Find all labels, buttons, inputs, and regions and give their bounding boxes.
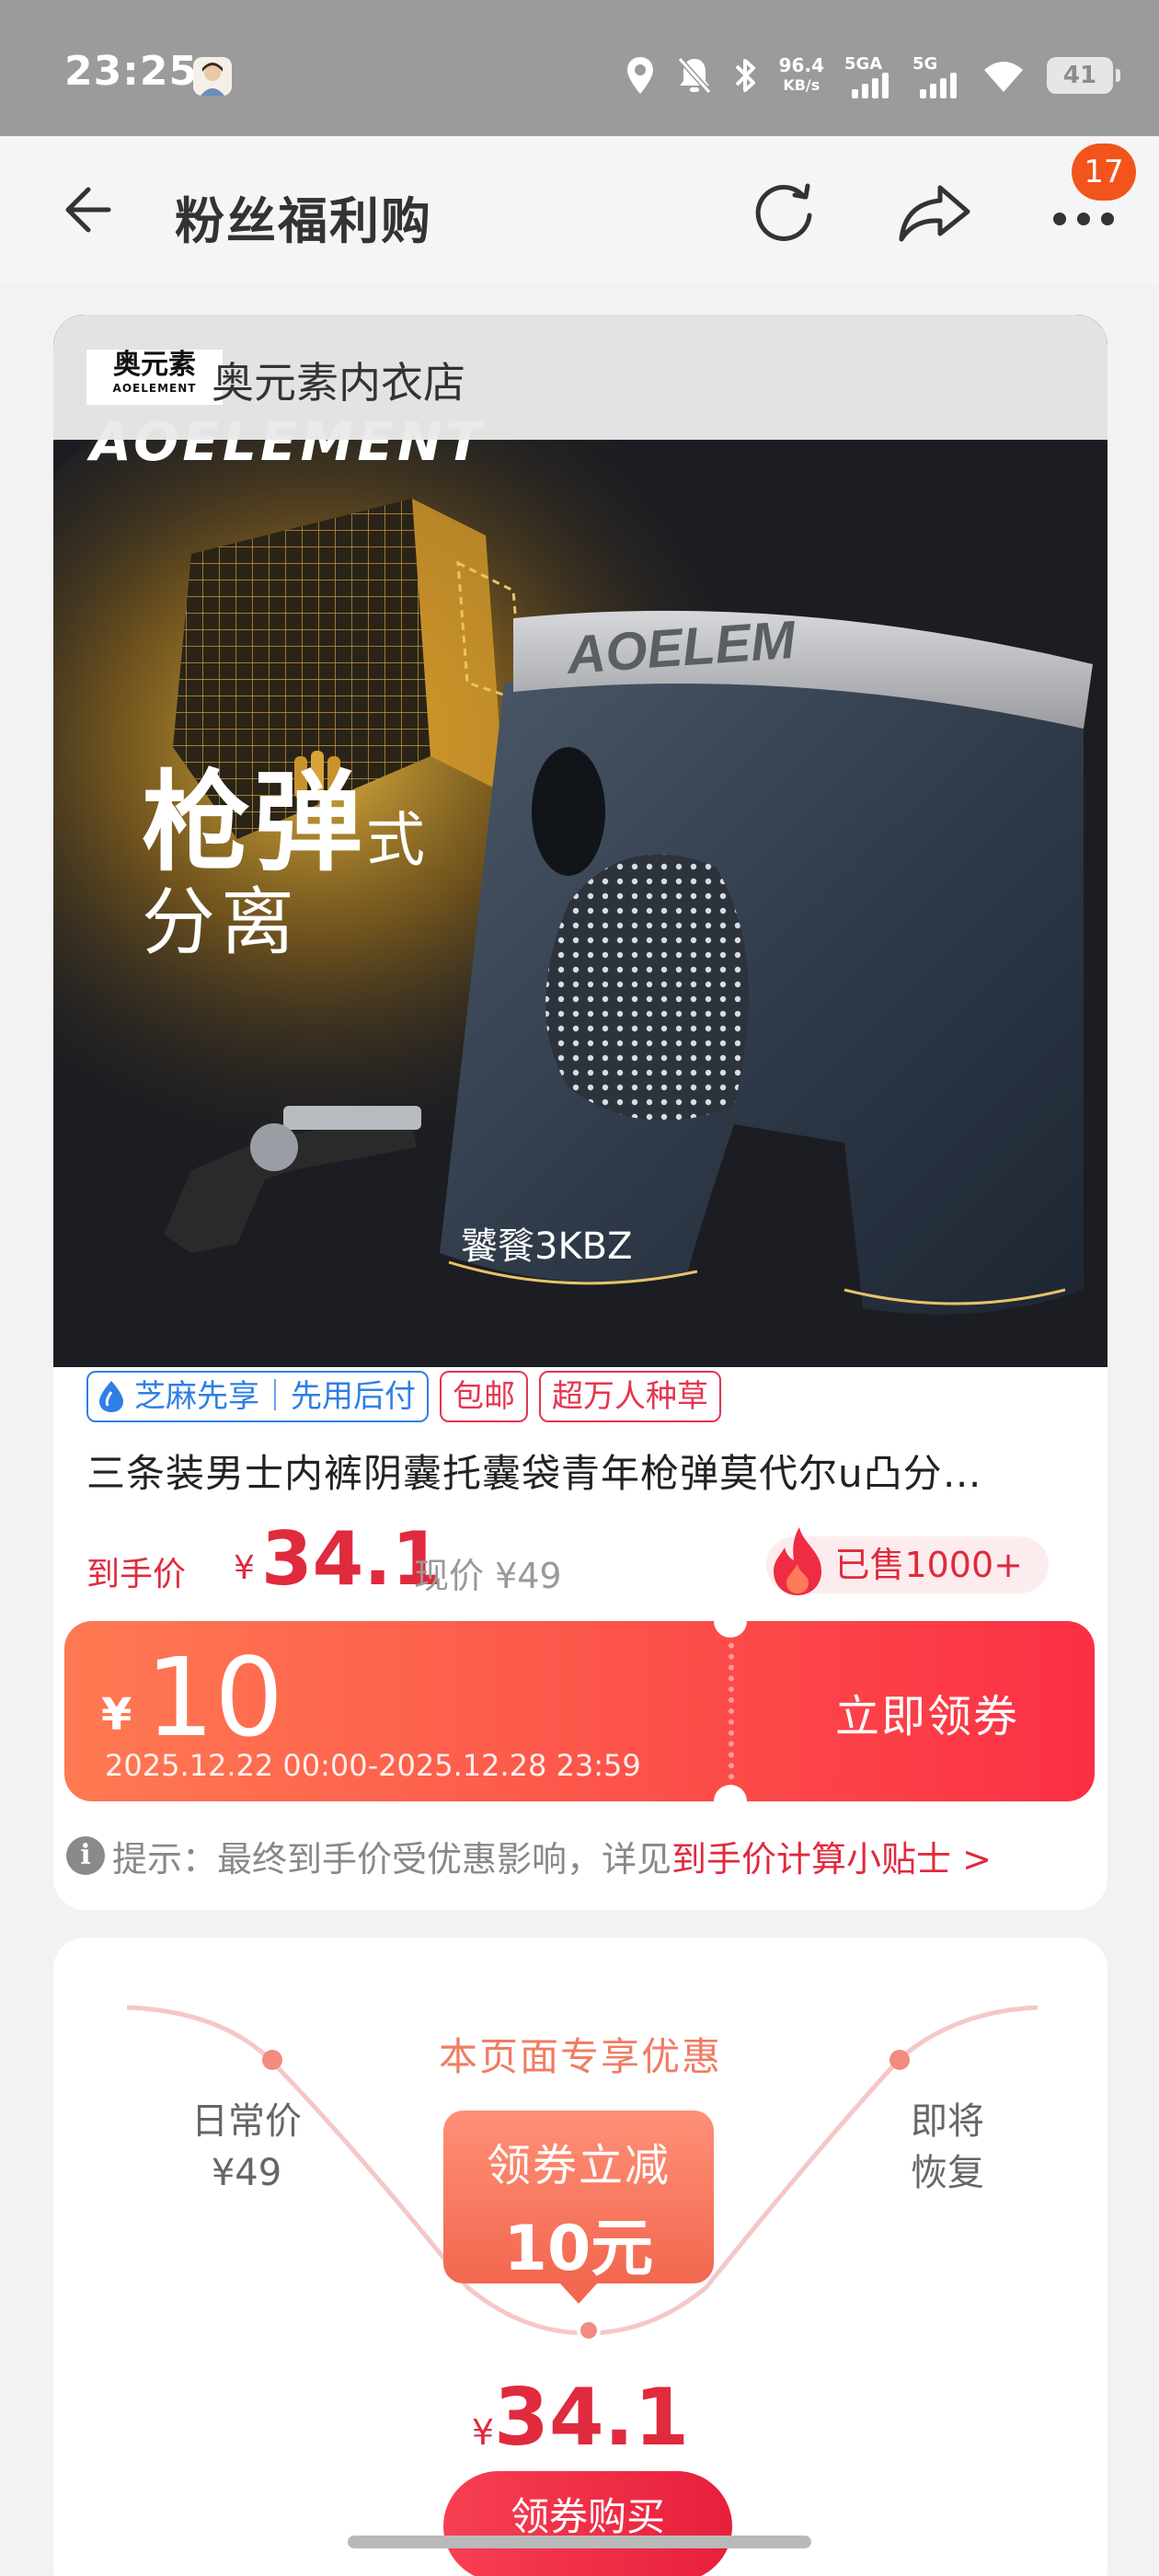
wifi-icon <box>984 62 1023 92</box>
product-image[interactable]: AOELEM AOELEMENT 枪弹式 分离 饕餮3KBZ <box>53 315 1107 1367</box>
claim-coupon-button[interactable]: 立即领券 <box>835 1680 1019 1744</box>
status-icons: 96.4 KB/s 5GA 5G 41 <box>625 48 1120 103</box>
final-price-label: 到手价 <box>86 1556 187 1593</box>
sim2-signal: 5G <box>912 52 960 98</box>
coupon-banner[interactable]: ¥ 10 2025.12.22 00:00-2025.12.28 23:59 立… <box>64 1621 1095 1801</box>
coupon-amount: 10 <box>145 1634 284 1761</box>
back-arrow-icon[interactable] <box>57 180 116 239</box>
price-tips-link[interactable]: 到手价计算小贴士 > <box>671 1831 992 1881</box>
product-card: AOELEM AOELEMENT 枪弹式 分离 饕餮3KBZ 奥元素 AOELE… <box>53 315 1107 1910</box>
bluetooth-icon <box>735 59 755 92</box>
coupon-validity: 2025.12.22 00:00-2025.12.28 23:59 <box>105 1748 641 1783</box>
sim1-signal: 5GA <box>844 52 892 98</box>
page-title: 粉丝福利购 <box>175 192 432 250</box>
coupon-notch <box>714 1785 747 1801</box>
hero-subheadline: 分离 <box>142 880 300 965</box>
share-icon[interactable] <box>894 175 973 248</box>
image-watermark: 饕餮3KBZ <box>461 1225 633 1268</box>
tag-free-shipping: 包邮 <box>440 1371 528 1422</box>
original-price: 现价 ¥49 <box>414 1556 562 1596</box>
sesame-drop-icon <box>99 1381 123 1412</box>
tip-text: 提示：最终到手价受优惠影响，详见 <box>112 1838 672 1880</box>
store-logo: 奥元素 AOELEMENT <box>86 350 223 405</box>
coupon-notch <box>714 1621 747 1638</box>
claim-and-buy-button[interactable]: 领券购买 <box>443 2471 732 2576</box>
promo-final-price: ¥34.1 <box>471 2372 690 2464</box>
nav-header: 粉丝福利购 17 <box>0 136 1159 283</box>
status-bar: 23:25 96.4 KB/s 5GA 5G 41 <box>0 0 1159 136</box>
flame-icon <box>774 1527 822 1595</box>
product-tags: 芝麻先享｜先用后付 包邮 超万人种草 <box>86 1371 721 1422</box>
promo-card: 本页面专享优惠 日常价 ¥49 即将 恢复 领券立减 10元 ¥34.1 领券购… <box>53 1938 1107 2576</box>
store-bar[interactable]: 奥元素 AOELEMENT 奥元素内衣店 <box>53 315 1107 440</box>
avatar-icon <box>193 57 232 96</box>
product-title[interactable]: 三条装男士内裤阴囊托囊袋青年枪弹莫代尔u凸分… <box>86 1443 1080 1499</box>
signal-icon <box>920 73 957 98</box>
tag-pay-later: 芝麻先享｜先用后付 <box>86 1371 429 1422</box>
regular-price: 日常价 ¥49 <box>191 2100 302 2194</box>
battery-icon: 41 <box>1047 57 1120 94</box>
store-name[interactable]: 奥元素内衣店 <box>212 350 465 410</box>
refresh-icon[interactable] <box>747 175 820 248</box>
restore-note: 即将 恢复 <box>911 2100 984 2194</box>
coupon-divider <box>729 1621 734 1801</box>
signal-icon <box>852 73 889 98</box>
promo-title: 本页面专享优惠 <box>438 2034 722 2079</box>
mute-bell-icon <box>677 57 711 94</box>
notification-badge: 17 <box>1072 144 1136 201</box>
coupon-currency: ¥ <box>101 1689 132 1741</box>
location-icon <box>626 57 653 94</box>
price-row: 到手价 ¥ 34.1 现价 ¥49 已售1000+ <box>86 1516 1080 1602</box>
tag-popular: 超万人种草 <box>539 1371 721 1422</box>
currency-symbol: ¥ <box>234 1549 255 1587</box>
net-speed: 96.4 KB/s <box>778 54 824 94</box>
info-icon: i <box>66 1836 105 1875</box>
sold-badge: 已售1000+ <box>766 1527 1049 1595</box>
discount-bubble: 领券立减 10元 <box>443 2110 714 2304</box>
price-tip: i 提示：最终到手价受优惠影响，详见 到手价计算小贴士 > <box>66 1831 992 1880</box>
status-time: 23:25 <box>64 48 199 95</box>
home-indicator[interactable] <box>348 2536 811 2548</box>
